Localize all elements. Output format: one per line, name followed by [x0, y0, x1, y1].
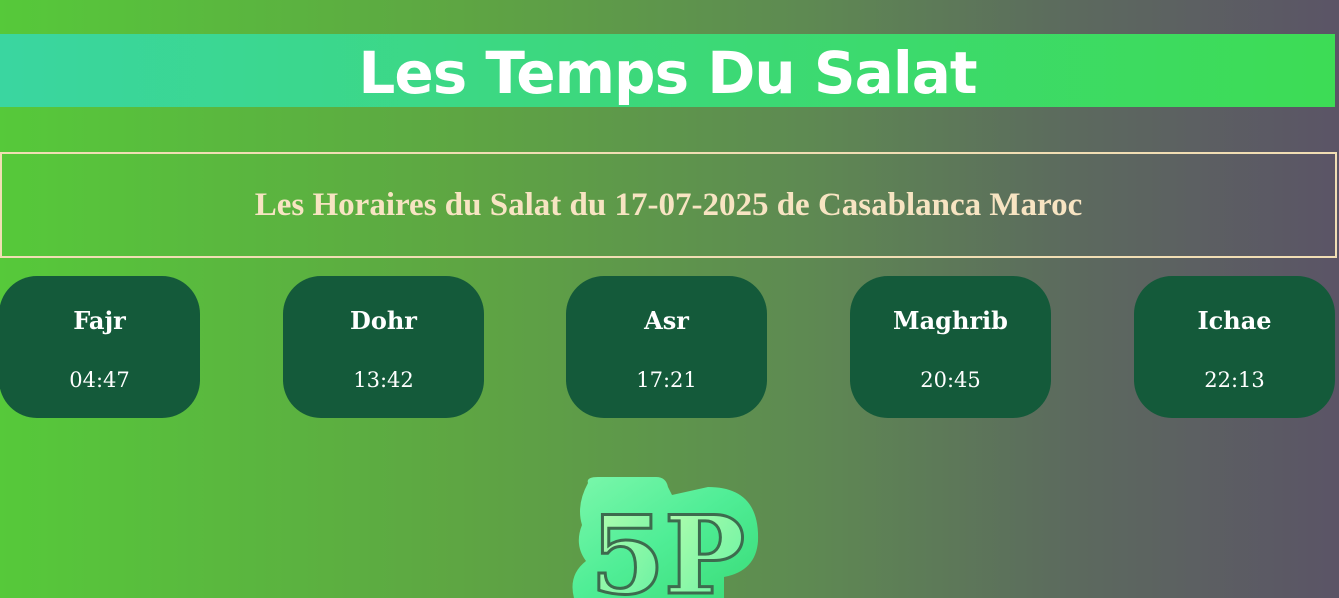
- prayer-card-asr: Asr 17:21: [566, 276, 767, 418]
- subtitle-box: Les Horaires du Salat du 17-07-2025 de C…: [0, 152, 1337, 258]
- prayer-card-dohr: Dohr 13:42: [283, 276, 484, 418]
- prayer-card-fajr: Fajr 04:47: [0, 276, 200, 418]
- prayer-name: Asr: [644, 306, 689, 335]
- prayer-time: 13:42: [353, 368, 414, 392]
- prayer-time: 22:13: [1204, 368, 1265, 392]
- prayer-time: 04:47: [69, 368, 130, 392]
- prayer-name: Ichae: [1197, 306, 1272, 335]
- prayer-card-ichae: Ichae 22:13: [1134, 276, 1335, 418]
- prayer-cards: Fajr 04:47 Dohr 13:42 Asr 17:21 Maghrib …: [0, 276, 1339, 418]
- title-banner: Les Temps Du Salat: [0, 34, 1335, 107]
- svg-text:P: P: [664, 493, 745, 598]
- prayer-time: 20:45: [920, 368, 981, 392]
- page-title: Les Temps Du Salat: [358, 38, 977, 107]
- prayer-name: Fajr: [73, 306, 126, 335]
- prayer-card-maghrib: Maghrib 20:45: [850, 276, 1051, 418]
- subtitle-text: Les Horaires du Salat du 17-07-2025 de C…: [254, 186, 1083, 223]
- prayer-name: Dohr: [350, 306, 417, 335]
- 5p-logo-icon: 5 P: [568, 475, 764, 598]
- svg-text:5: 5: [590, 493, 665, 598]
- prayer-name: Maghrib: [893, 306, 1008, 335]
- prayer-time: 17:21: [636, 368, 697, 392]
